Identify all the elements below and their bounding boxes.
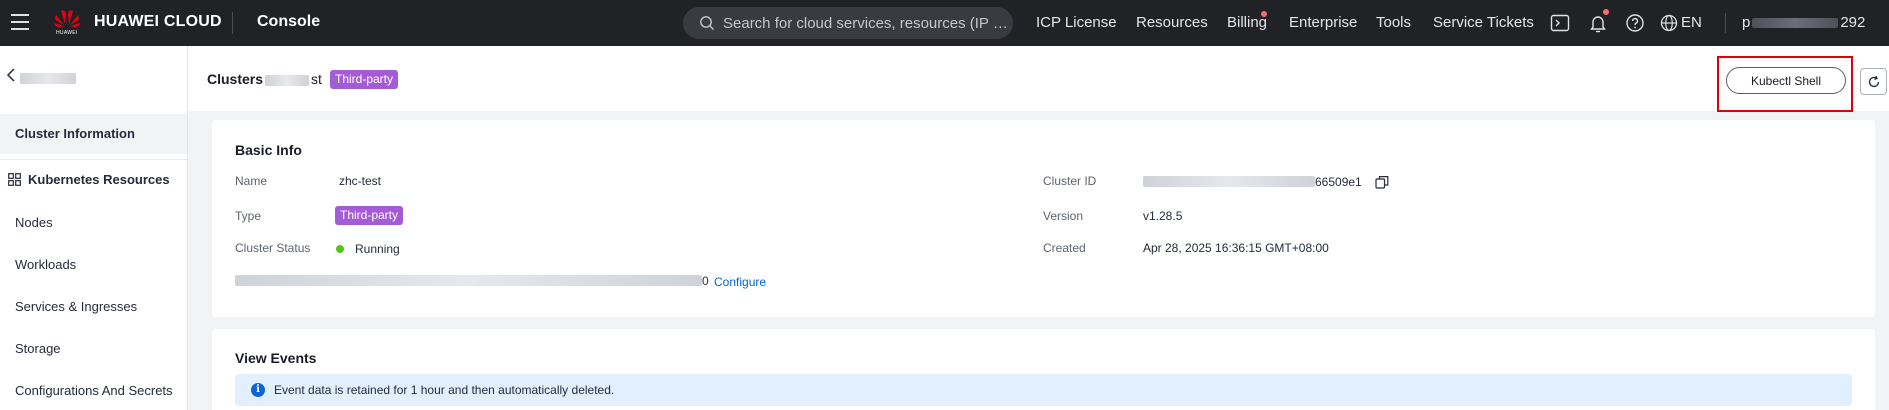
- breadcrumb[interactable]: Clusters st: [207, 71, 322, 87]
- sidebar-item-storage[interactable]: Storage: [0, 329, 187, 369]
- sidebar-item-workloads[interactable]: Workloads: [0, 245, 187, 285]
- notice-text: Event data is retained for 1 hour and th…: [274, 383, 615, 397]
- nav-service-tickets[interactable]: Service Tickets: [1433, 14, 1534, 31]
- redacted-text: [1143, 176, 1315, 187]
- cluster-type-tag: Third-party: [330, 70, 399, 89]
- created-label: Created: [1043, 241, 1086, 255]
- nav-billing[interactable]: Billing: [1227, 14, 1267, 31]
- nav-enterprise[interactable]: Enterprise: [1289, 14, 1357, 31]
- page-header: Clusters st Third-party Kubectl Shell: [188, 46, 1889, 112]
- redacted-text: [1752, 18, 1839, 29]
- grid-icon: [8, 173, 21, 186]
- name-label: Name: [235, 174, 268, 188]
- logo-text: HUAWEI: [56, 30, 78, 36]
- name-value: zhc-test: [339, 174, 382, 188]
- copy-icon[interactable]: [1375, 175, 1389, 189]
- created-value: Apr 28, 2025 16:36:15 GMT+08:00: [1143, 241, 1329, 255]
- nav-icp-license[interactable]: ICP License: [1036, 14, 1117, 31]
- redacted-text: [265, 74, 310, 86]
- refresh-button[interactable]: [1860, 68, 1887, 95]
- search-box[interactable]: Search for cloud services, resources (IP…: [683, 7, 1013, 39]
- redacted-text: [235, 275, 702, 286]
- status-dot: [336, 245, 344, 253]
- back-arrow-icon[interactable]: [6, 68, 16, 82]
- basic-info-card: Basic Info Name zhc-test Type Third-part…: [212, 120, 1875, 317]
- refresh-icon: [1868, 75, 1880, 88]
- account-suffix: 292: [1840, 14, 1866, 31]
- info-icon: i: [251, 383, 265, 397]
- retention-notice: i Event data is retained for 1 hour and …: [235, 374, 1852, 406]
- menu-icon[interactable]: [11, 14, 29, 30]
- sidebar-group-kubernetes-resources[interactable]: Kubernetes Resources: [0, 159, 187, 199]
- search-icon: [700, 16, 714, 30]
- sidebar-item-configurations-secrets[interactable]: Configurations And Secrets: [0, 371, 187, 410]
- cluster-id-value: 66509e1: [1315, 175, 1362, 189]
- account-prefix: p: [1742, 14, 1751, 31]
- cluster-id-label: Cluster ID: [1043, 174, 1097, 188]
- sidebar-item-services-ingresses[interactable]: Services & Ingresses: [0, 287, 187, 327]
- kubectl-shell-button[interactable]: Kubectl Shell: [1726, 67, 1846, 94]
- bell-notification-dot: [1603, 9, 1609, 15]
- globe-icon[interactable]: [1658, 12, 1680, 34]
- top-bar: HUAWEI HUAWEI CLOUD Console Search for c…: [0, 0, 1889, 46]
- basic-info-title: Basic Info: [235, 142, 302, 158]
- divider: [232, 12, 233, 34]
- nav-tools[interactable]: Tools: [1376, 14, 1411, 31]
- cluster-status-label: Cluster Status: [235, 241, 311, 255]
- breadcrumb-suffix: st: [311, 71, 322, 87]
- nav-resources[interactable]: Resources: [1136, 14, 1208, 31]
- billing-notification-dot: [1261, 11, 1267, 17]
- help-icon[interactable]: [1624, 12, 1646, 34]
- type-tag: Third-party: [335, 206, 404, 225]
- divider: [1725, 13, 1726, 33]
- cloud-shell-icon[interactable]: [1549, 12, 1571, 34]
- version-value: v1.28.5: [1143, 209, 1183, 223]
- type-label: Type: [235, 209, 262, 223]
- sidebar-item-cluster-information[interactable]: Cluster Information: [0, 114, 187, 154]
- redacted-cluster-name: [20, 73, 76, 84]
- account-menu[interactable]: p 292: [1742, 14, 1865, 31]
- cluster-status-value: Running: [336, 242, 400, 256]
- language-selector[interactable]: EN: [1681, 14, 1702, 31]
- sidebar-item-nodes[interactable]: Nodes: [0, 203, 187, 243]
- view-events-title: View Events: [235, 350, 317, 366]
- row4-suffix: 0: [702, 274, 709, 288]
- console-link[interactable]: Console: [257, 13, 320, 31]
- breadcrumb-clusters[interactable]: Clusters: [207, 71, 263, 87]
- configure-link[interactable]: Configure: [714, 275, 766, 289]
- sidebar: Cluster Information Kubernetes Resources…: [0, 46, 188, 410]
- bell-icon[interactable]: [1587, 12, 1609, 34]
- status-text: Running: [355, 242, 400, 256]
- version-label: Version: [1043, 209, 1084, 223]
- search-input[interactable]: Search for cloud services, resources (IP…: [723, 15, 1008, 32]
- view-events-card: View Events i Event data is retained for…: [212, 329, 1875, 410]
- sidebar-group-label: Kubernetes Resources: [28, 172, 170, 187]
- brand-name[interactable]: HUAWEI CLOUD: [94, 13, 222, 31]
